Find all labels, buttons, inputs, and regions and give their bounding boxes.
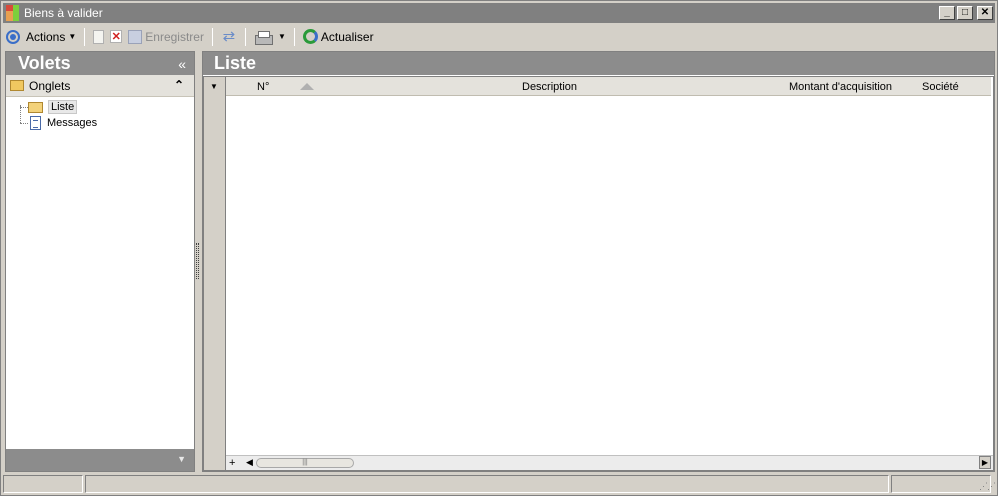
status-cell: [891, 475, 991, 493]
sync-button[interactable]: ⇄: [218, 27, 240, 47]
status-cell: [85, 475, 889, 493]
status-bar: ⋰⋰: [3, 475, 997, 493]
expand-icon[interactable]: +: [229, 457, 235, 469]
delete-button[interactable]: ✕: [107, 27, 125, 47]
home-button[interactable]: [3, 27, 23, 47]
actions-menu-button[interactable]: Actions ▼: [23, 27, 79, 47]
side-panel-title: Volets: [18, 53, 71, 73]
save-icon: [128, 29, 143, 44]
collapse-group-icon[interactable]: ⌃: [174, 78, 184, 92]
toolbar: Actions ▼ ✕ Enregistrer ⇄ ▼ Actualiser: [3, 25, 995, 48]
refresh-label: Actualiser: [320, 29, 374, 44]
resize-grip-icon[interactable]: ⋰⋰: [979, 481, 996, 492]
title-bar[interactable]: Biens à valider _ □ ✕: [3, 3, 995, 23]
printer-icon: [254, 30, 273, 45]
document-icon: [30, 116, 41, 130]
refresh-icon: [302, 29, 318, 44]
close-button[interactable]: ✕: [977, 6, 993, 20]
tree-item-messages[interactable]: Messages: [6, 115, 194, 131]
open-folder-icon: [28, 101, 43, 113]
horizontal-scrollbar[interactable]: + ◀ ||| ▶: [226, 455, 993, 470]
minimize-button[interactable]: _: [939, 6, 955, 20]
scroll-right-icon[interactable]: ▶: [979, 456, 991, 469]
collapse-panel-icon[interactable]: «: [178, 56, 186, 72]
data-grid: ▼ N° Description Montant d'acquisition S…: [203, 76, 994, 471]
tree-item-label: Liste: [48, 100, 78, 114]
side-panel: Volets « Onglets ⌃ Liste Messages ▼: [5, 51, 195, 472]
side-panel-header: Volets «: [6, 52, 194, 75]
tree-item-liste[interactable]: Liste: [6, 99, 194, 115]
app-window: Biens à valider _ □ ✕ Actions ▼ ✕ Enregi…: [0, 0, 998, 496]
toolbar-separator: [244, 27, 246, 46]
actions-label: Actions: [26, 29, 66, 44]
home-icon: [6, 29, 20, 44]
app-icon: [6, 5, 22, 21]
main-panel-header: Liste: [203, 52, 994, 75]
save-label: Enregistrer: [145, 29, 204, 44]
refresh-button[interactable]: Actualiser: [300, 27, 377, 47]
grid-header: N° Description Montant d'acquisition Soc…: [226, 77, 991, 96]
column-header-amount[interactable]: Montant d'acquisition: [789, 81, 892, 93]
folder-icon: [10, 80, 24, 91]
panel-splitter[interactable]: [196, 243, 199, 279]
side-panel-footer: ▼: [6, 449, 194, 471]
group-label: Onglets: [29, 78, 71, 93]
chevron-down-icon: ▼: [277, 32, 286, 41]
delete-icon: ✕: [110, 30, 123, 43]
new-document-icon: [93, 29, 105, 44]
save-button[interactable]: Enregistrer: [125, 27, 207, 47]
print-button[interactable]: [251, 27, 275, 47]
sort-ascending-icon: [300, 83, 314, 90]
group-header-onglets[interactable]: Onglets ⌃: [6, 75, 194, 97]
column-header-company[interactable]: Société: [922, 81, 959, 93]
main-panel: Liste ▼ N° Description Montant d'acquisi…: [202, 51, 995, 472]
window-title: Biens à valider: [24, 6, 103, 20]
toolbar-separator: [84, 27, 86, 46]
scroll-thumb[interactable]: |||: [256, 458, 354, 468]
tree-item-label: Messages: [47, 117, 98, 129]
chevron-down-icon[interactable]: ▼: [177, 454, 186, 464]
column-header-description[interactable]: Description: [522, 81, 577, 93]
row-selector-column: ▼: [204, 77, 226, 470]
toolbar-separator: [293, 27, 295, 46]
column-chooser-icon[interactable]: ▼: [210, 82, 218, 91]
new-button[interactable]: [90, 27, 107, 47]
main-panel-title: Liste: [214, 53, 257, 73]
column-header-number[interactable]: N°: [257, 81, 269, 93]
scroll-left-icon[interactable]: ◀: [246, 457, 253, 468]
chevron-down-icon: ▼: [68, 32, 77, 41]
print-dropdown-button[interactable]: ▼: [275, 27, 289, 47]
toolbar-separator: [211, 27, 213, 46]
tabs-tree: Liste Messages: [6, 97, 194, 131]
maximize-button[interactable]: □: [957, 6, 973, 20]
status-cell: [3, 475, 83, 493]
sync-icon: ⇄: [222, 27, 236, 45]
